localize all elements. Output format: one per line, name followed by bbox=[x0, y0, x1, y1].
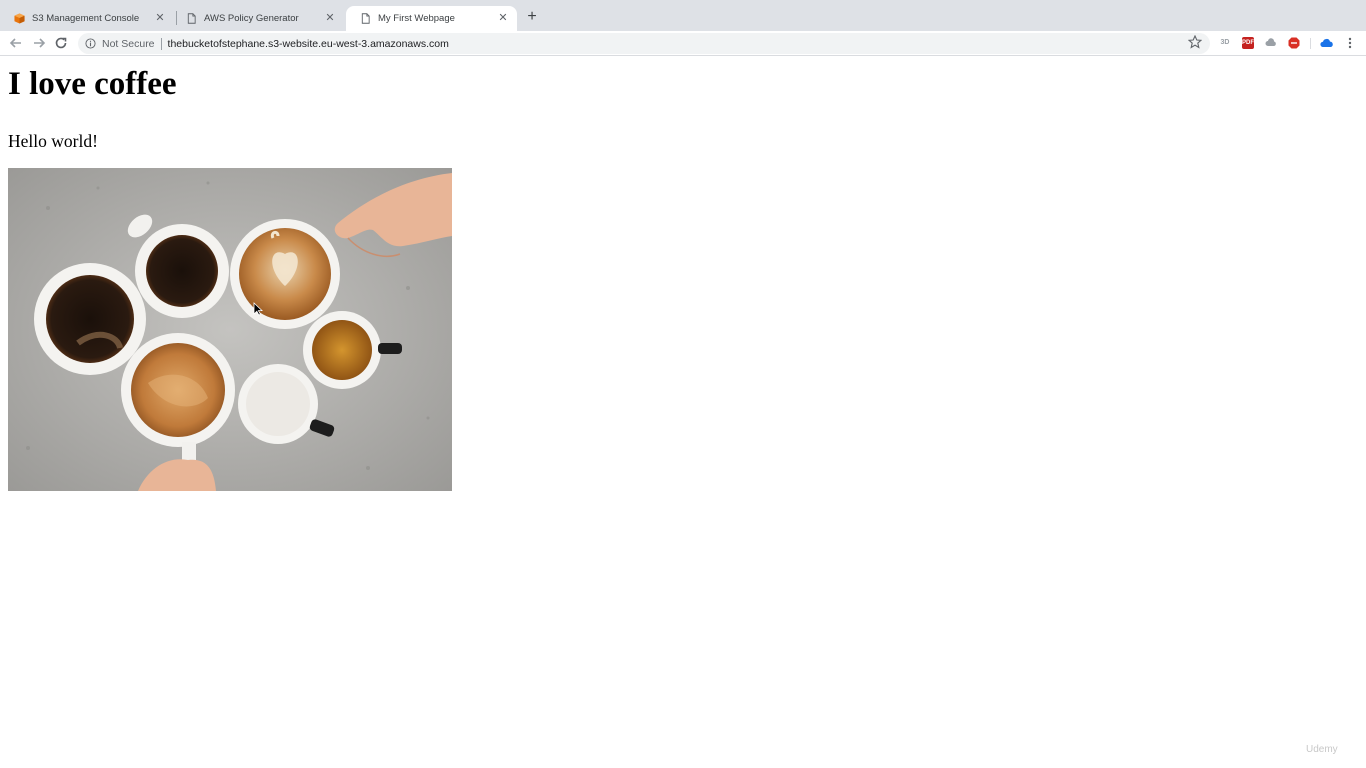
tab-strip: S3 Management Console ✕ AWS Policy Gener… bbox=[0, 0, 1366, 31]
page-heading: I love coffee bbox=[8, 66, 177, 102]
udemy-watermark: Udemy bbox=[1306, 744, 1338, 755]
tab-title: My First Webpage bbox=[378, 13, 455, 24]
extension-3d-icon[interactable]: 3D bbox=[1219, 37, 1231, 49]
extension-adblock-icon[interactable] bbox=[1288, 37, 1300, 49]
address-bar[interactable]: Not Secure thebucketofstephane.s3-websit… bbox=[78, 33, 1210, 54]
aws-cube-icon bbox=[14, 13, 25, 24]
coffee-image bbox=[8, 168, 452, 491]
extension-onedrive-icon[interactable] bbox=[1320, 37, 1334, 49]
omnibox-divider bbox=[160, 37, 162, 50]
security-label: Not Secure bbox=[102, 37, 155, 50]
back-arrow-icon[interactable] bbox=[8, 35, 24, 51]
extension-cloud-icon[interactable] bbox=[1265, 37, 1277, 49]
forward-arrow-icon[interactable] bbox=[31, 35, 47, 51]
document-icon bbox=[187, 13, 196, 24]
toolbar-divider bbox=[1310, 38, 1311, 49]
tab-s3-console[interactable]: S3 Management Console ✕ bbox=[0, 6, 174, 31]
new-tab-button[interactable]: + bbox=[524, 9, 540, 25]
tab-title: S3 Management Console bbox=[32, 13, 140, 24]
url-text[interactable]: thebucketofstephane.s3-website.eu-west-3… bbox=[168, 38, 449, 50]
reload-icon[interactable] bbox=[53, 35, 69, 51]
info-icon[interactable] bbox=[85, 38, 96, 49]
page-paragraph: Hello world! bbox=[8, 131, 98, 151]
close-tab-icon[interactable]: ✕ bbox=[496, 11, 510, 25]
document-icon bbox=[361, 13, 370, 24]
menu-dots-icon[interactable] bbox=[1345, 36, 1355, 50]
web-page-content: I love coffee Hello world! bbox=[0, 57, 1366, 768]
close-tab-icon[interactable]: ✕ bbox=[323, 11, 337, 25]
tab-title: AWS Policy Generator bbox=[204, 13, 299, 24]
tab-my-first-webpage[interactable]: My First Webpage ✕ bbox=[346, 6, 517, 31]
mouse-cursor-icon bbox=[253, 302, 263, 316]
extension-pdf-icon[interactable]: PDF bbox=[1242, 37, 1254, 49]
browser-toolbar: Not Secure thebucketofstephane.s3-websit… bbox=[0, 31, 1366, 56]
close-tab-icon[interactable]: ✕ bbox=[153, 11, 167, 25]
bookmark-star-icon[interactable] bbox=[1188, 35, 1202, 49]
tab-policy-generator[interactable]: AWS Policy Generator ✕ bbox=[172, 6, 344, 31]
